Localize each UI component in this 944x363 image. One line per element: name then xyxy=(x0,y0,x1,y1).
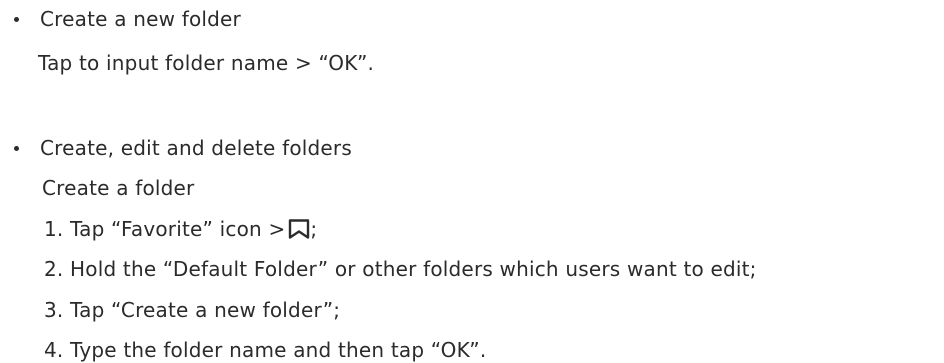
step-1: 1. Tap “Favorite” icon >; xyxy=(44,217,317,244)
bookmark-icon xyxy=(288,219,310,244)
step-2: 2. Hold the “Default Folder” or other fo… xyxy=(44,257,757,281)
step-3: 3. Tap “Create a new folder”; xyxy=(44,298,341,322)
section-heading-create-new-folder: Create a new folder xyxy=(40,7,241,31)
section-heading-create-edit-delete-folders: Create, edit and delete folders xyxy=(40,136,352,160)
step-1-semicolon: ; xyxy=(310,217,318,241)
subheading-create-a-folder: Create a folder xyxy=(42,176,195,200)
instruction-text: Tap to input folder name > “OK”. xyxy=(38,51,375,75)
step-1-text: 1. Tap “Favorite” icon > xyxy=(44,217,286,241)
bullet-point-2 xyxy=(14,146,19,151)
step-4: 4. Type the folder name and then tap “OK… xyxy=(44,338,487,362)
bullet-point-1 xyxy=(14,17,19,22)
